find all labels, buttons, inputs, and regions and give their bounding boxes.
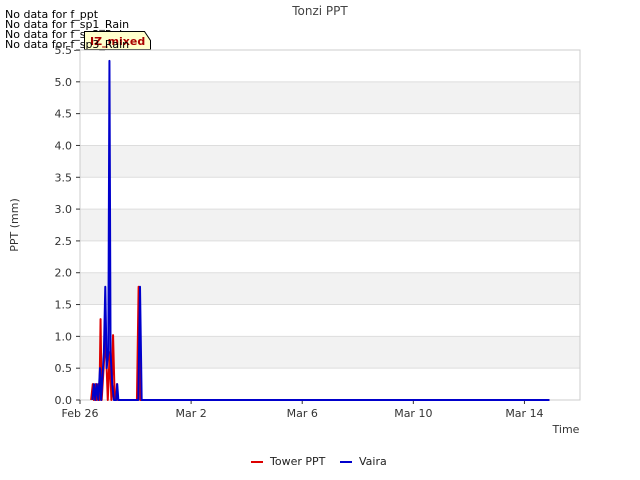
grid-band [80, 145, 580, 178]
y-tick-label: 3.0 [55, 203, 73, 216]
chart-title: Tonzi PPT [291, 4, 348, 18]
grid-band [80, 81, 580, 114]
y-tick-label: 1.0 [55, 330, 73, 343]
x-tick-label: Mar 14 [505, 407, 543, 420]
legend-label-1: Vaira [359, 455, 387, 468]
x-tick-label: Mar 10 [394, 407, 432, 420]
y-tick-label: 4.5 [55, 108, 73, 121]
legend-label-0: Tower PPT [269, 455, 326, 468]
y-tick-label: 5.5 [55, 44, 73, 57]
y-tick-label: 2.5 [55, 235, 73, 248]
chart: 0.0 0.5 1.0 1.5 2.0 2.5 3.0 3.5 4.0 4.5 5.0 5.5 Feb … [8, 4, 581, 468]
y-axis-label: PPT (mm) [8, 198, 21, 252]
y-tick-label: 3.5 [55, 171, 73, 184]
y-tick-label: 5.0 [55, 76, 73, 89]
y-tick-label: 1.5 [55, 299, 73, 312]
x-tick-label: Feb 26 [62, 407, 99, 420]
x-tick-label: Mar 6 [287, 407, 318, 420]
grid-band [80, 272, 580, 305]
grid-band [80, 336, 580, 369]
y-tick-label: 4.0 [55, 139, 73, 152]
x-axis-label: Time [552, 423, 580, 436]
x-tick-label: Mar 2 [175, 407, 206, 420]
y-tick-label: 0.5 [55, 362, 73, 375]
y-tick-label: 0.0 [55, 394, 73, 407]
y-tick-label: 2.0 [55, 267, 73, 280]
grid-band [80, 209, 580, 241]
